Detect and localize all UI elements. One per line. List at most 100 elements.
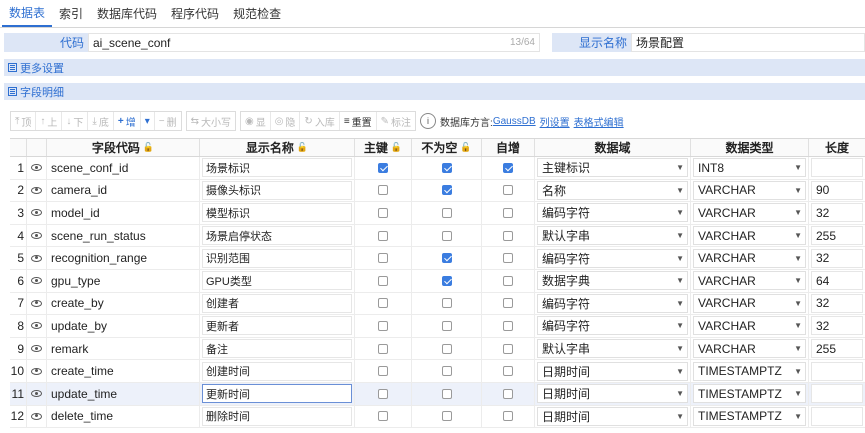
tab-3[interactable]: 程序代码 [164, 0, 226, 27]
table-row[interactable]: 2 camera_id 摄像头标识 名称 ▼ VARCHAR ▼ 90 [10, 179, 865, 203]
column-settings-link[interactable]: 列设置 [540, 114, 570, 129]
table-row[interactable]: 6 gpu_type GPU类型 数据字典 ▼ VARCHAR ▼ 64 [10, 269, 865, 293]
tab-2[interactable]: 数据库代码 [90, 0, 164, 27]
header-data-type[interactable]: 数据类型 [691, 139, 809, 156]
more-settings-section[interactable]: 更多设置 [4, 59, 865, 76]
show-button[interactable]: ◉ 显 [241, 112, 271, 130]
field-code-cell[interactable]: create_by [47, 292, 200, 315]
field-code-cell[interactable]: update_by [47, 315, 200, 337]
auto-increment-checkbox[interactable] [503, 298, 513, 309]
domain-select[interactable]: 主键标识 ▼ [537, 158, 688, 178]
auto-increment-checkbox[interactable] [503, 343, 513, 354]
eye-icon[interactable] [31, 164, 42, 172]
display-name-cell[interactable]: 删除时间 [202, 406, 352, 426]
primary-key-checkbox[interactable] [378, 366, 388, 377]
data-type-select[interactable]: VARCHAR ▼ [693, 226, 806, 246]
not-null-checkbox[interactable] [441, 343, 452, 354]
hide-button[interactable]: ◎ 隐 [271, 112, 301, 130]
header-auto-increment[interactable]: 自增 [482, 139, 535, 156]
table-row[interactable]: 7 create_by 创建者 编码字符 ▼ VARCHAR ▼ 32 [10, 292, 865, 316]
primary-key-checkbox[interactable] [378, 230, 388, 241]
table-edit-link[interactable]: 表格式编辑 [574, 114, 624, 129]
import-button[interactable]: ↻ 入库 [300, 112, 340, 130]
move-bottom-button[interactable]: ⤓ 底 [88, 112, 114, 130]
eye-icon[interactable] [31, 232, 42, 240]
display-name-cell[interactable]: 摄像头标识 [202, 180, 352, 200]
not-null-checkbox[interactable] [441, 411, 452, 422]
length-input[interactable] [811, 361, 863, 381]
length-input[interactable] [811, 384, 863, 404]
length-input[interactable]: 32 [811, 316, 863, 336]
lock-icon[interactable]: 🔓 [297, 142, 308, 153]
display-name-cell[interactable]: 更新时间 [202, 384, 352, 404]
field-code-cell[interactable]: gpu_type [47, 269, 200, 292]
domain-select[interactable]: 日期时间 ▼ [537, 361, 688, 381]
tab-1[interactable]: 索引 [52, 0, 90, 27]
move-up-button[interactable]: ↑ 上 [36, 112, 63, 130]
length-input[interactable]: 32 [811, 203, 863, 223]
display-name-cell[interactable]: 识别范围 [202, 248, 352, 268]
field-code-cell[interactable]: scene_conf_id [47, 157, 200, 179]
table-row[interactable]: 4 scene_run_status 场景启停状态 默认字串 ▼ VARCHAR ▼ 255 [10, 224, 865, 248]
field-code-cell[interactable]: update_time [47, 382, 200, 405]
field-code-cell[interactable]: remark [47, 337, 200, 360]
eye-icon[interactable] [31, 209, 42, 217]
length-input[interactable]: 255 [811, 339, 863, 359]
eye-icon[interactable] [31, 322, 42, 330]
header-domain[interactable]: 数据域 [535, 139, 691, 156]
data-type-select[interactable]: VARCHAR ▼ [693, 203, 806, 223]
not-null-checkbox[interactable] [441, 162, 452, 173]
display-name-cell[interactable]: 备注 [202, 339, 352, 359]
display-name-input[interactable]: 场景配置 [631, 33, 865, 52]
header-display-name[interactable]: 显示名称 🔓 [200, 139, 355, 156]
reset-button[interactable]: ≡ 重置 [340, 112, 377, 130]
table-row[interactable]: 5 recognition_range 识别范围 编码字符 ▼ VARCHAR ▼ 32 [10, 247, 865, 270]
display-name-cell[interactable]: 更新者 [202, 316, 352, 336]
auto-increment-checkbox[interactable] [503, 207, 513, 218]
not-null-checkbox[interactable] [441, 320, 452, 331]
field-code-cell[interactable]: create_time [47, 360, 200, 382]
table-row[interactable]: 3 model_id 模型标识 编码字符 ▼ VARCHAR ▼ 32 [10, 202, 865, 225]
not-null-checkbox[interactable] [441, 185, 452, 196]
eye-icon[interactable] [31, 254, 42, 262]
primary-key-checkbox[interactable] [378, 298, 388, 309]
data-type-select[interactable]: INT8 ▼ [693, 158, 806, 178]
display-name-cell[interactable]: 场景标识 [202, 158, 352, 178]
code-input[interactable]: ai_scene_conf 13/64 [88, 33, 540, 52]
primary-key-checkbox[interactable] [378, 207, 388, 218]
table-row[interactable]: 9 remark 备注 默认字串 ▼ VARCHAR ▼ 255 [10, 337, 865, 361]
auto-increment-checkbox[interactable] [503, 253, 513, 264]
length-input[interactable]: 90 [811, 180, 863, 200]
lock-icon[interactable]: 🔓 [391, 142, 402, 153]
primary-key-checkbox[interactable] [378, 343, 388, 354]
eye-icon[interactable] [31, 277, 42, 285]
delete-field-button[interactable]: − 删 [155, 112, 181, 130]
domain-select[interactable]: 编码字符 ▼ [537, 316, 688, 336]
eye-icon[interactable] [31, 186, 42, 194]
primary-key-checkbox[interactable] [378, 388, 388, 399]
not-null-checkbox[interactable] [441, 253, 452, 264]
display-name-cell[interactable]: 创建时间 [202, 361, 352, 381]
primary-key-checkbox[interactable] [378, 185, 388, 196]
table-row[interactable]: 12 delete_time 删除时间 日期时间 ▼ TIMESTAMPTZ ▼ [10, 405, 865, 429]
display-name-cell[interactable]: 场景启停状态 [202, 226, 352, 246]
length-input[interactable] [811, 406, 863, 426]
auto-increment-checkbox[interactable] [503, 366, 513, 377]
data-type-select[interactable]: VARCHAR ▼ [693, 248, 806, 268]
domain-select[interactable]: 数据字典 ▼ [537, 271, 688, 291]
not-null-checkbox[interactable] [441, 298, 452, 309]
add-field-button[interactable]: + 增 [114, 112, 141, 130]
domain-select[interactable]: 名称 ▼ [537, 180, 688, 200]
field-details-section[interactable]: 字段明细 [4, 83, 865, 100]
eye-icon[interactable] [31, 299, 42, 307]
domain-select[interactable]: 编码字符 ▼ [537, 203, 688, 223]
data-type-select[interactable]: VARCHAR ▼ [693, 293, 806, 313]
move-down-button[interactable]: ↓ 下 [62, 112, 89, 130]
auto-increment-checkbox[interactable] [503, 275, 513, 286]
primary-key-checkbox[interactable] [378, 162, 388, 173]
field-code-cell[interactable]: scene_run_status [47, 224, 200, 247]
not-null-checkbox[interactable] [441, 207, 452, 218]
domain-select[interactable]: 默认字串 ▼ [537, 339, 688, 359]
info-icon[interactable]: i [420, 113, 437, 129]
table-row[interactable]: 1 scene_conf_id 场景标识 主键标识 ▼ INT8 ▼ [10, 157, 865, 180]
